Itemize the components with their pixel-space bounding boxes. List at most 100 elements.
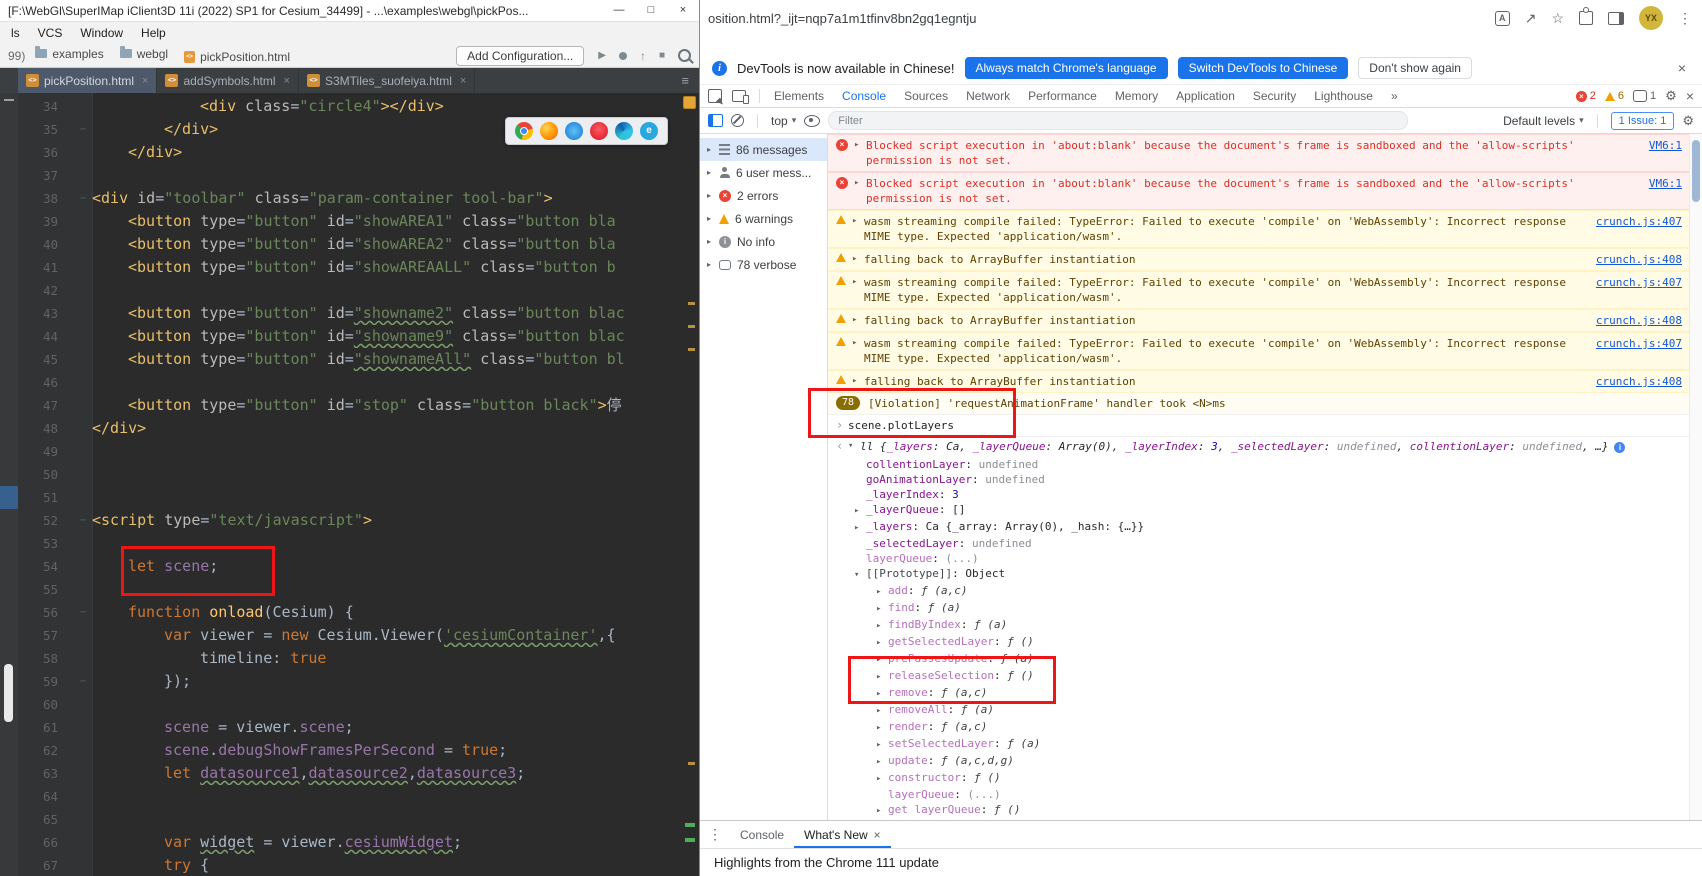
disclosure-icon[interactable]: ▸	[707, 191, 717, 200]
tree-expand-icon[interactable]: ▸	[876, 687, 888, 702]
code-text[interactable]: var widget = viewer.cesiumWidget;	[92, 831, 685, 854]
code-text[interactable]: timeline: true	[92, 647, 685, 670]
devtools-tab-memory[interactable]: Memory	[1106, 85, 1167, 107]
address-bar[interactable]: osition.html?_ijt=nqp7a1m1tfinv8bn2gq1eg…	[700, 0, 1702, 36]
match-language-button[interactable]: Always match Chrome's language	[964, 57, 1168, 79]
tree-expand-icon[interactable]: ▸	[854, 521, 866, 536]
code-text[interactable]	[92, 463, 685, 486]
stop-icon[interactable]: ■	[659, 50, 665, 61]
disclosure-icon[interactable]: ▸	[707, 145, 717, 154]
close-icon[interactable]: ×	[667, 0, 699, 21]
error-count-badge[interactable]: × 2	[1575, 90, 1596, 102]
code-text[interactable]: <button type="button" id="showAREAALL" c…	[92, 256, 685, 279]
console-output[interactable]: × ▸ Blocked script execution in 'about:bla…	[828, 134, 1702, 820]
devtools-tab-performance[interactable]: Performance	[1019, 85, 1106, 107]
devtools-tab-security[interactable]: Security	[1244, 85, 1305, 107]
close-tab-icon[interactable]: ×	[460, 75, 466, 87]
ie-browser-icon[interactable]: e	[640, 122, 658, 140]
source-link[interactable]: crunch.js:408	[1596, 252, 1682, 267]
devtools-settings-gear-icon[interactable]: ⚙	[1665, 88, 1677, 104]
devtools-tab-application[interactable]: Application	[1167, 85, 1244, 107]
log-levels-dropdown[interactable]: Default levels ▾	[1503, 114, 1584, 128]
console-scrollbar[interactable]	[1689, 134, 1702, 820]
chrome-browser-icon[interactable]	[515, 122, 533, 140]
expand-icon[interactable]: ▸	[852, 374, 864, 389]
code-text[interactable]: </div>	[92, 417, 685, 440]
close-tab-icon[interactable]: ×	[284, 75, 290, 87]
disclosure-icon[interactable]: ▸	[707, 214, 717, 223]
code-text[interactable]: <button type="button" id="showAREA1" cla…	[92, 210, 685, 233]
console-sidebar-item[interactable]: ▸ × 2 errors	[700, 184, 827, 207]
code-text[interactable]	[92, 371, 685, 394]
tree-expand-icon[interactable]: ▾	[854, 568, 866, 583]
menu-item-help[interactable]: Help	[132, 26, 175, 40]
scrollbar-vcs-mark[interactable]	[685, 823, 695, 827]
code-text[interactable]	[92, 279, 685, 302]
context-selector[interactable]: top ▾	[771, 114, 796, 128]
tree-expand-icon[interactable]: ▸	[876, 653, 888, 668]
issues-chip[interactable]: 1 Issue: 1	[1610, 111, 1675, 130]
dont-show-again-button[interactable]: Don't show again	[1358, 57, 1472, 79]
code-text[interactable]: let scene;	[92, 555, 685, 578]
console-filter-input[interactable]	[828, 111, 1409, 130]
tree-expand-icon[interactable]: ▸	[876, 721, 888, 736]
stripe-scroll-handle[interactable]	[4, 664, 13, 722]
devtools-tab-elements[interactable]: Elements	[765, 85, 833, 107]
breadcrumb-item[interactable]: examples	[35, 46, 104, 61]
devtools-tab-network[interactable]: Network	[957, 85, 1019, 107]
source-link[interactable]: VM6:1	[1649, 138, 1682, 153]
close-tab-icon[interactable]: ×	[874, 828, 881, 842]
devtools-tab-overflow-icon[interactable]: »	[1382, 85, 1407, 107]
drawer-tab-whatsnew[interactable]: What's New ×	[794, 821, 891, 848]
tree-expand-icon[interactable]: ▸	[876, 804, 888, 819]
edge-browser-icon[interactable]	[615, 122, 633, 140]
device-toolbar-icon[interactable]	[732, 90, 749, 104]
source-link[interactable]: crunch.js:407	[1596, 336, 1682, 351]
console-sidebar-item[interactable]: ▸ i No info	[700, 230, 827, 253]
console-sidebar-item[interactable]: ▸ 78 verbose	[700, 253, 827, 276]
menu-item-window[interactable]: Window	[71, 26, 132, 40]
expand-icon[interactable]: ▸	[854, 138, 866, 153]
console-sidebar-item[interactable]: ▸ 6 user mess...	[700, 161, 827, 184]
code-text[interactable]	[92, 164, 685, 187]
tree-expand-icon[interactable]: ▸	[876, 602, 888, 617]
source-link[interactable]: crunch.js:408	[1596, 374, 1682, 389]
code-text[interactable]: try {	[92, 854, 685, 876]
code-text[interactable]: <button type="button" id="showAREA2" cla…	[92, 233, 685, 256]
source-link[interactable]: VM6:1	[1649, 176, 1682, 191]
code-text[interactable]: <button type="button" id="showname9" cla…	[92, 325, 685, 348]
disclosure-icon[interactable]: ▸	[707, 260, 717, 269]
close-tab-icon[interactable]: ×	[142, 75, 148, 87]
code-text[interactable]: let datasource1,datasource2,datasource3;	[92, 762, 685, 785]
menu-item-ls[interactable]: ls	[2, 26, 29, 40]
debug-icon[interactable]	[618, 51, 627, 60]
firefox-browser-icon[interactable]	[540, 122, 558, 140]
clear-console-icon[interactable]	[731, 114, 744, 127]
breadcrumb-item[interactable]: <> pickPosition.html	[184, 50, 290, 64]
tree-expand-icon[interactable]: ▸	[876, 670, 888, 685]
url-text[interactable]: osition.html?_ijt=nqp7a1m1tfinv8bn2gq1eg…	[708, 11, 977, 26]
expand-icon[interactable]: ▸	[852, 336, 864, 351]
code-text[interactable]	[92, 486, 685, 509]
close-devtools-icon[interactable]: ×	[1686, 88, 1694, 104]
code-text[interactable]	[92, 785, 685, 808]
switch-to-chinese-button[interactable]: Switch DevTools to Chinese	[1177, 57, 1349, 79]
expand-icon[interactable]: ▸	[852, 275, 864, 290]
code-text[interactable]	[92, 693, 685, 716]
tree-expand-icon[interactable]: ▸	[876, 585, 888, 600]
drawer-menu-icon[interactable]: ⋮	[708, 826, 722, 843]
code-editor[interactable]: 34 <div class="circle4"></div> 35− </div> 36…	[0, 93, 699, 876]
menu-item-vcs[interactable]: VCS	[29, 26, 72, 40]
editor-tab[interactable]: <> pickPosition.html ×	[18, 68, 158, 93]
tree-expand-icon[interactable]: ▸	[876, 772, 888, 787]
console-sidebar-item[interactable]: ▸ 86 messages	[700, 138, 827, 161]
expand-icon[interactable]: ▸	[852, 252, 864, 267]
editor-tab[interactable]: <> S3MTiles_suofeiya.html ×	[299, 68, 476, 93]
drawer-tab-console[interactable]: Console	[730, 821, 794, 848]
bookmark-star-icon[interactable]: ☆	[1551, 10, 1564, 27]
fold-marker[interactable]: −	[74, 670, 92, 693]
warning-count-badge[interactable]: 6	[1604, 90, 1624, 102]
code-text[interactable]: <button type="button" id="stop" class="b…	[92, 394, 685, 417]
editor-tab[interactable]: <> addSymbols.html ×	[157, 68, 299, 93]
console-sidebar-toggle-icon[interactable]	[708, 114, 723, 127]
